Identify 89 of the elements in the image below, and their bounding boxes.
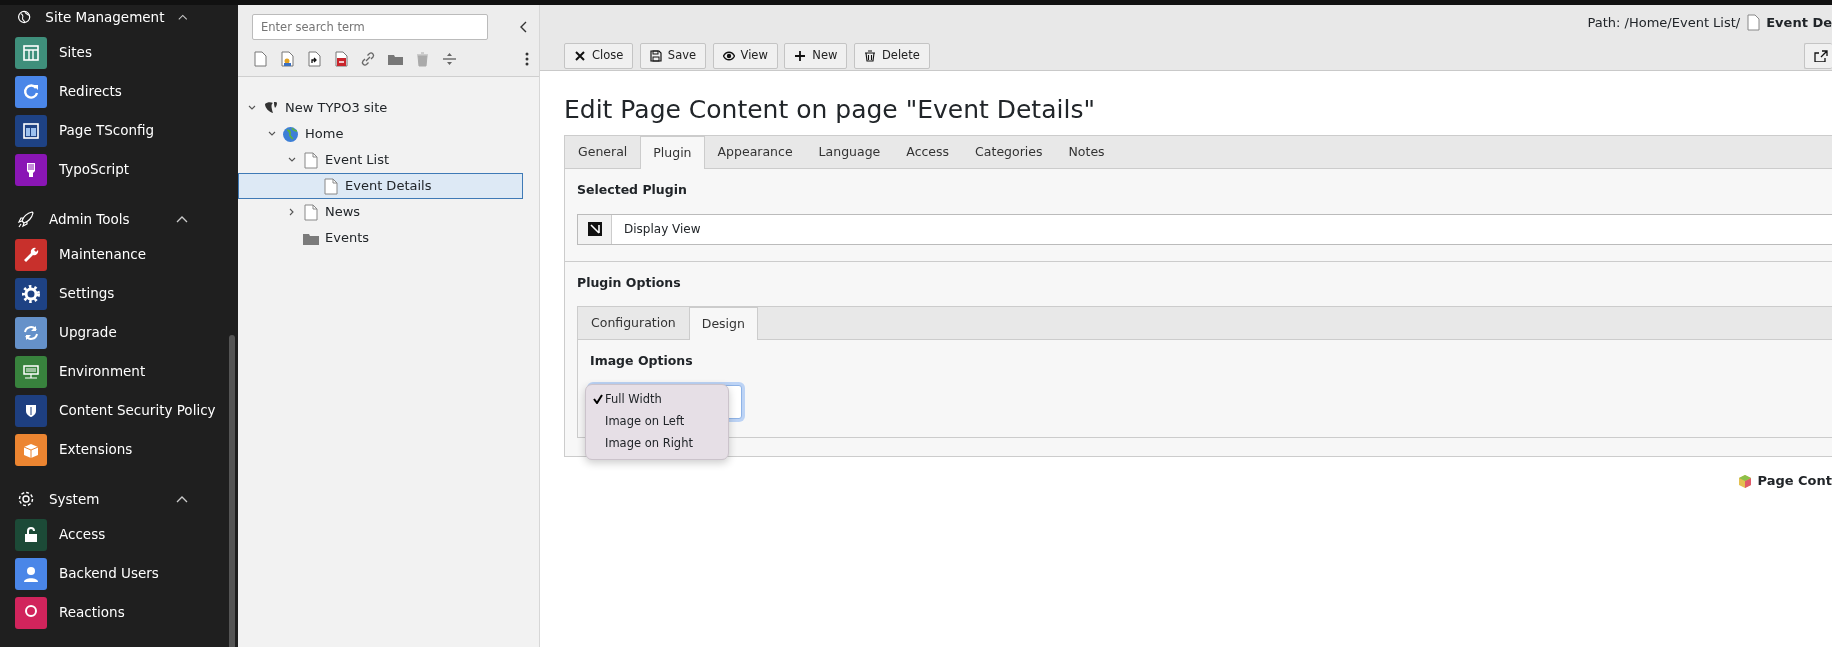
page-people-icon[interactable] (279, 51, 296, 67)
eye-icon (722, 49, 735, 62)
module-link[interactable]: Upgrade (59, 322, 117, 343)
page-icon (302, 151, 319, 169)
floppy-icon (649, 49, 662, 62)
open-window-button[interactable] (1804, 42, 1832, 69)
collapse-icon[interactable] (519, 21, 529, 33)
trash-icon (863, 49, 876, 62)
module-link[interactable]: Sites (59, 42, 92, 63)
menu-option[interactable]: Image on Right (586, 432, 728, 455)
wrench-icon[interactable] (15, 238, 47, 271)
module-link[interactable]: Backend Users (59, 563, 159, 584)
tab[interactable]: Language (805, 136, 894, 168)
module-link[interactable]: Page TSconfig (59, 120, 155, 141)
tab[interactable]: Access (893, 136, 963, 168)
toolbar-button[interactable]: Delete (853, 42, 930, 69)
link-icon[interactable] (360, 51, 377, 67)
search-field[interactable]: Enter search term (252, 14, 488, 40)
tab[interactable]: Appearance (704, 136, 806, 168)
server-icon[interactable] (15, 355, 47, 388)
gear-icon (17, 490, 35, 508)
plugin-field[interactable]: Display View (577, 213, 1832, 245)
globe-icon (17, 8, 32, 26)
toolbar-button[interactable]: Save (639, 42, 707, 69)
divider-icon[interactable] (441, 51, 458, 67)
caret-up-icon[interactable] (176, 495, 188, 503)
toolbar-button[interactable]: View (712, 42, 778, 69)
page-title: Edit Page Content on page "Event Details" (564, 95, 1096, 125)
tab[interactable]: Plugin (640, 136, 705, 169)
tree-item[interactable]: Event List (238, 147, 523, 173)
menu-option[interactable]: Image on Left (586, 410, 728, 433)
caret-up-icon[interactable] (176, 215, 188, 223)
group-heading[interactable]: Admin Tools (49, 208, 162, 230)
tree-item[interactable]: New TYPO3 site (238, 95, 523, 121)
layout-icon[interactable] (15, 114, 47, 147)
tab[interactable]: Categories (962, 136, 1056, 168)
module-link[interactable]: Settings (59, 283, 115, 304)
page-icon (302, 203, 319, 221)
layout-icon[interactable] (15, 36, 47, 69)
field-label: Selected Plugin (577, 180, 688, 199)
box-icon[interactable] (15, 433, 47, 466)
toolbar-button[interactable]: Close (564, 42, 634, 69)
cube-icon (1738, 473, 1753, 488)
caret-up-icon[interactable] (178, 13, 188, 21)
module-link[interactable]: Maintenance (59, 244, 146, 265)
group-heading[interactable]: Site Management (45, 6, 165, 28)
group-heading[interactable]: System (49, 488, 162, 510)
page-icon (322, 177, 339, 195)
breadcrumb-page: Event De (1766, 14, 1832, 32)
field-label: Image Options (590, 352, 694, 370)
tree-item[interactable]: Event Details (238, 173, 523, 199)
shield-icon[interactable] (15, 394, 47, 427)
module-link[interactable]: TypoScript (59, 159, 130, 180)
record-type-label: Page Cont (1757, 471, 1832, 490)
module-link[interactable]: Content Security Policy (59, 400, 216, 421)
tag-icon[interactable] (15, 153, 47, 186)
globe-icon (282, 125, 299, 143)
more-icon[interactable] (525, 52, 529, 66)
menu-option[interactable]: Full Width (586, 388, 728, 411)
page-icon[interactable] (252, 51, 269, 67)
tree-item[interactable]: Events (238, 225, 523, 251)
plus-icon (794, 49, 807, 62)
module-link[interactable]: Extensions (59, 439, 133, 460)
lock-icon[interactable] (15, 518, 47, 551)
page-icon (1746, 14, 1761, 32)
toolbar-button[interactable]: New (784, 42, 848, 69)
tab[interactable]: Notes (1055, 136, 1118, 168)
module-link[interactable]: Access (59, 524, 106, 545)
tab[interactable]: General (565, 136, 641, 168)
module-link[interactable]: Environment (59, 361, 146, 382)
sync-icon[interactable] (15, 316, 47, 349)
breadcrumb-path: Path: /Home/Event List/ (1587, 14, 1741, 32)
module-link[interactable]: Reactions (59, 602, 125, 623)
tree-item[interactable]: Home (238, 121, 523, 147)
tree-item[interactable]: News (238, 199, 523, 225)
refresh-icon[interactable] (15, 75, 47, 108)
gear-icon[interactable] (15, 277, 47, 310)
module-link[interactable]: Redirects (59, 81, 122, 102)
tab[interactable]: Design (688, 307, 758, 340)
page-remove-icon[interactable] (333, 51, 350, 67)
field-label: Plugin Options (577, 273, 682, 292)
plugin-icon (587, 222, 602, 236)
page-arrow-icon[interactable] (306, 51, 323, 67)
check-icon (593, 393, 603, 404)
user-icon[interactable] (15, 557, 47, 590)
external-link-icon (1814, 49, 1828, 62)
close-icon (574, 49, 586, 62)
tab[interactable]: Configuration (578, 307, 689, 339)
rocket-icon (17, 210, 35, 228)
